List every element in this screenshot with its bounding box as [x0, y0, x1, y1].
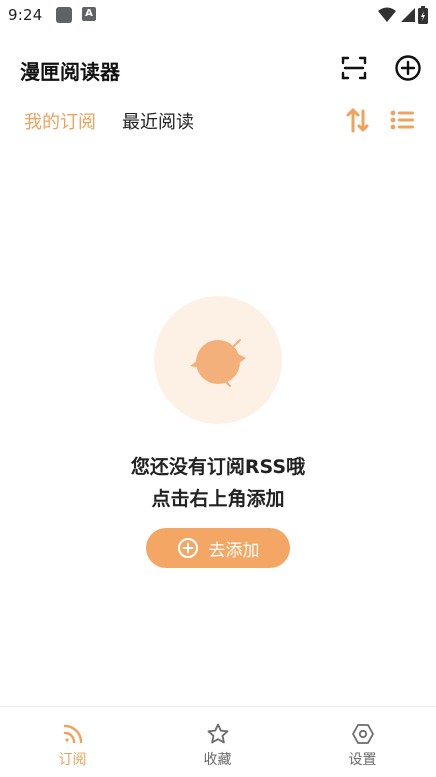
go-add-label: 去添加: [208, 540, 260, 561]
tab-recent-reading[interactable]: 最近阅读: [122, 108, 194, 134]
tab-bar: 我的订阅 最近阅读: [0, 104, 436, 140]
app-bar: 漫匣阅读器: [0, 44, 436, 92]
nav-item-settings[interactable]: 设置: [290, 707, 435, 777]
notification-icon: [56, 7, 72, 23]
scan-icon: [341, 56, 367, 80]
app-notification-icon: A: [82, 7, 96, 21]
nav-item-subscriptions[interactable]: 订阅: [0, 707, 145, 777]
bottom-navigation: 订阅 收藏 设置: [0, 706, 436, 777]
add-subscription-button[interactable]: [392, 52, 424, 84]
tab-my-subscriptions[interactable]: 我的订阅: [24, 108, 96, 134]
nav-label-favorites: 收藏: [203, 752, 232, 768]
go-add-button[interactable]: 去添加: [146, 528, 290, 568]
settings-hexagon-icon: [352, 724, 374, 744]
wifi-icon: [378, 7, 396, 22]
sort-icon: [346, 108, 369, 133]
scan-button[interactable]: [338, 52, 370, 84]
battery-icon: [418, 6, 428, 24]
nav-label-settings: 设置: [348, 752, 377, 768]
empty-message: 您还没有订阅RSS哦: [130, 456, 306, 478]
sort-button[interactable]: [342, 104, 374, 136]
nav-label-subscriptions: 订阅: [58, 752, 87, 768]
status-bar: 9:24 A: [0, 0, 436, 32]
app-title: 漫匣阅读器: [20, 60, 120, 84]
signal-icon: [401, 8, 415, 22]
rss-icon: [63, 724, 83, 744]
star-icon: [207, 723, 229, 744]
empty-hint: 点击右上角添加: [151, 488, 285, 510]
planet-icon: [190, 339, 246, 387]
empty-illustration: [154, 296, 282, 424]
list-view-button[interactable]: [386, 104, 418, 136]
status-time: 9:24: [8, 6, 43, 24]
nav-item-favorites[interactable]: 收藏: [145, 707, 290, 777]
list-icon: [390, 110, 414, 130]
plus-circle-icon: [395, 55, 421, 81]
status-indicators: [378, 5, 428, 25]
plus-circle-icon: [177, 538, 198, 558]
